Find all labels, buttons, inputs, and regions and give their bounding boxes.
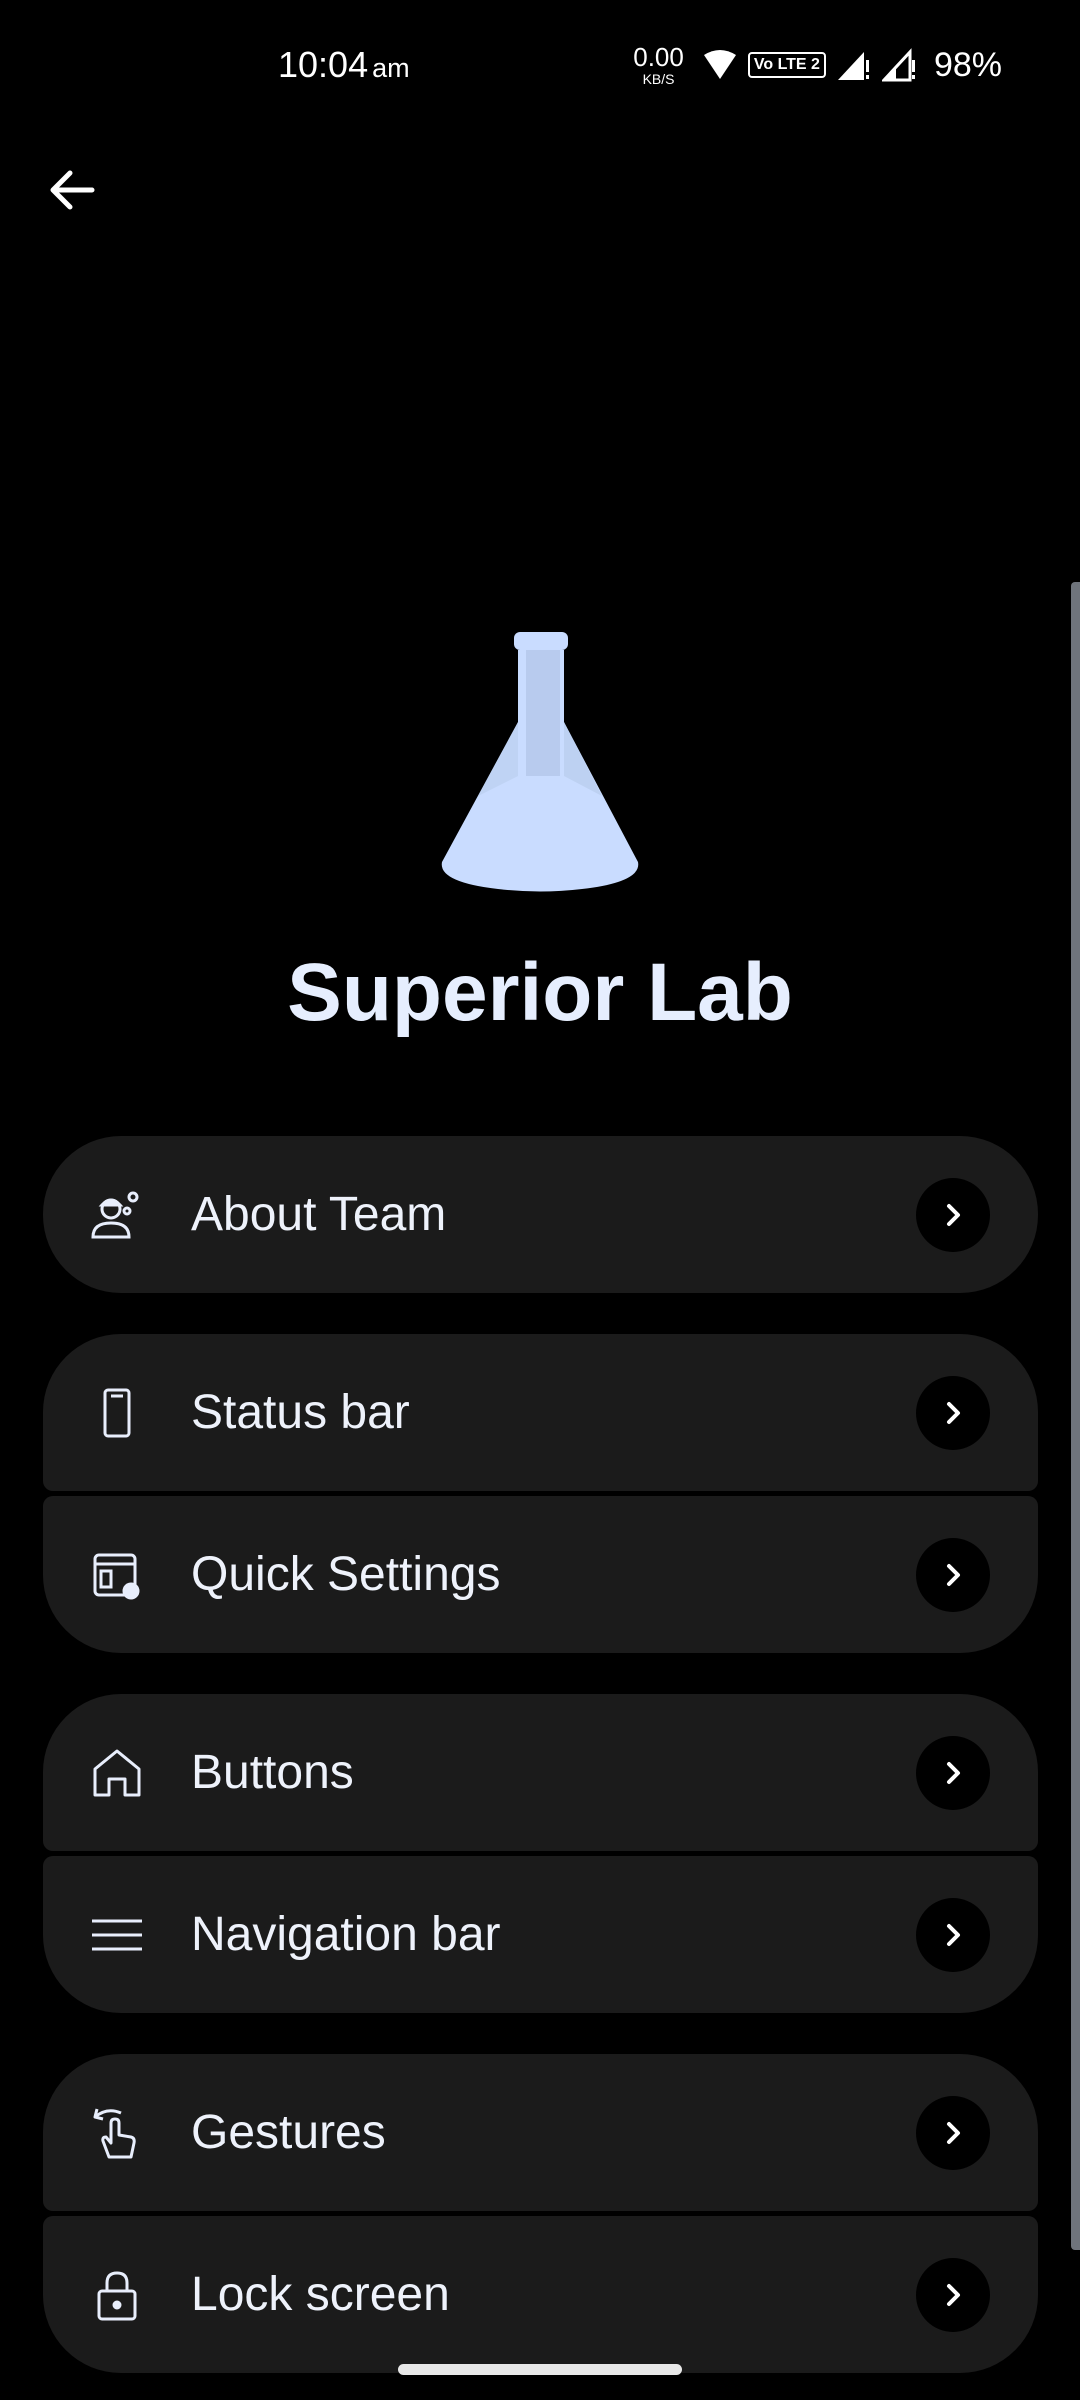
menu-item-label: Buttons: [191, 1746, 354, 1799]
menu-item-label: Lock screen: [191, 2268, 450, 2321]
home-icon: [89, 1745, 145, 1801]
page-title: Superior Lab: [287, 947, 793, 1038]
menu-item-buttons[interactable]: Buttons: [43, 1694, 1038, 1851]
chevron-right-icon: [916, 1177, 990, 1252]
status-bar: 10:04 am 0.00 KB/S Vo LTE 2 98%: [0, 0, 1080, 140]
chevron-right-icon: [916, 1537, 990, 1612]
team-gear-icon: [89, 1187, 145, 1243]
back-button[interactable]: [44, 160, 104, 220]
menu-item-label: About Team: [191, 1188, 447, 1241]
status-time: 10:04 am: [278, 44, 410, 85]
menu-item-quick-settings[interactable]: Quick Settings: [43, 1496, 1038, 1653]
quick-settings-icon: [89, 1547, 145, 1603]
wifi-icon: [702, 49, 738, 81]
chevron-right-icon: [916, 1897, 990, 1972]
flask-logo-icon: [432, 626, 648, 896]
network-speed: 0.00 KB/S: [633, 42, 684, 87]
menu-item-label: Navigation bar: [191, 1908, 501, 1961]
menu-item-lock-screen[interactable]: Lock screen: [43, 2216, 1038, 2373]
menu-item-about-team[interactable]: About Team: [43, 1136, 1038, 1293]
chevron-right-icon: [916, 1375, 990, 1450]
menu-item-status-bar[interactable]: Status bar: [43, 1334, 1038, 1491]
gesture-icon: [89, 2105, 145, 2161]
status-icons: 0.00 KB/S Vo LTE 2 98%: [633, 44, 1002, 86]
volte-badge: Vo LTE 2: [747, 52, 826, 78]
chevron-right-icon: [916, 2095, 990, 2170]
menu-item-label: Quick Settings: [191, 1548, 501, 1601]
signal-icon-2: [881, 48, 918, 82]
menu-item-label: Status bar: [191, 1386, 410, 1439]
chevron-right-icon: [916, 2257, 990, 2332]
phone-icon: [89, 1385, 145, 1441]
lock-icon: [89, 2267, 145, 2323]
chevron-right-icon: [916, 1735, 990, 1810]
battery-percent: 98%: [933, 45, 1002, 84]
menu-item-gestures[interactable]: Gestures: [43, 2054, 1038, 2211]
gesture-home-bar[interactable]: [398, 2364, 682, 2375]
back-arrow-icon: [50, 170, 95, 210]
scrollbar[interactable]: [1071, 582, 1080, 2250]
menu-item-label: Gestures: [191, 2106, 386, 2159]
menu-item-navigation-bar[interactable]: Navigation bar: [43, 1856, 1038, 2013]
menu-lines-icon: [89, 1907, 145, 1963]
signal-icon-1: [836, 48, 872, 82]
